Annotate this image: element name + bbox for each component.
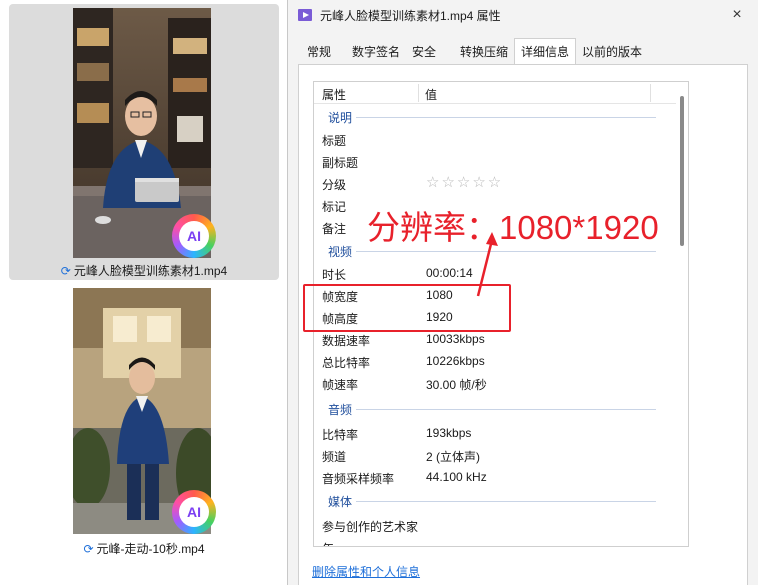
property-row[interactable]: 总比特率 10226kbps bbox=[314, 350, 676, 372]
property-key: 频道 bbox=[322, 450, 347, 464]
column-separator[interactable] bbox=[418, 84, 419, 102]
group-divider bbox=[328, 117, 656, 118]
property-value: 30.00 帧/秒 bbox=[426, 378, 487, 392]
property-key: 参与创作的艺术家 bbox=[322, 520, 419, 534]
file-explorer-pane: AI ⟳ 元峰人脸模型训练素材1.mp4 AI ⟳ 元峰-走动-10秒.mp4 bbox=[0, 0, 287, 585]
property-key: 时长 bbox=[322, 268, 347, 282]
property-row[interactable]: 频道 2 (立体声) bbox=[314, 444, 676, 466]
remove-properties-link[interactable]: 删除属性和个人信息 bbox=[312, 563, 420, 580]
dialog-titlebar[interactable]: 元峰人脸模型训练素材1.mp4 属性 × bbox=[288, 0, 758, 32]
property-key: 副标题 bbox=[322, 156, 359, 170]
property-value: 10226kbps bbox=[426, 354, 485, 368]
property-key: 数据速率 bbox=[322, 334, 371, 348]
group-label: 视频 bbox=[328, 243, 357, 260]
property-key: 音频采样频率 bbox=[322, 472, 395, 486]
group-divider bbox=[328, 501, 656, 502]
property-value: 2 (立体声) bbox=[426, 450, 481, 464]
details-list-header: 属性 值 bbox=[314, 82, 676, 104]
tab-general[interactable]: 常规 bbox=[298, 40, 340, 64]
tab-security[interactable]: 安全 bbox=[408, 40, 440, 64]
property-value: 00:00:14 bbox=[426, 266, 473, 280]
file-name-label: 元峰-走动-10秒.mp4 bbox=[96, 542, 205, 556]
property-row[interactable]: 参与创作的艺术家 bbox=[314, 514, 676, 536]
rating-stars[interactable]: ☆☆☆☆☆ bbox=[426, 173, 503, 191]
sync-icon: ⟳ bbox=[60, 264, 71, 278]
column-header-value[interactable]: 值 bbox=[425, 86, 437, 103]
group-label: 说明 bbox=[328, 109, 357, 126]
property-row[interactable]: 副标题 bbox=[314, 150, 676, 172]
property-key: 帧速率 bbox=[322, 378, 359, 392]
property-key: 比特率 bbox=[322, 428, 359, 442]
group-label: 媒体 bbox=[328, 493, 357, 510]
ai-badge-label: AI bbox=[179, 497, 209, 527]
property-value: 10033kbps bbox=[426, 332, 485, 346]
tab-convert-compress[interactable]: 转换压缩 bbox=[456, 40, 512, 64]
property-key: 标记 bbox=[322, 200, 347, 214]
group-divider bbox=[328, 409, 656, 410]
tab-digital-signature[interactable]: 数字签名 bbox=[348, 40, 404, 64]
column-header-property[interactable]: 属性 bbox=[322, 86, 346, 103]
property-key: 分级 bbox=[322, 178, 347, 192]
dialog-title: 元峰人脸模型训练素材1.mp4 属性 bbox=[320, 9, 501, 23]
vertical-scrollbar[interactable] bbox=[676, 82, 688, 546]
group-audio: 音频 bbox=[314, 400, 676, 418]
group-label: 音频 bbox=[328, 401, 357, 418]
resolution-annotation-label: 分辨率：1080*1920 bbox=[367, 209, 659, 246]
property-value: 193kbps bbox=[426, 426, 472, 440]
sync-icon: ⟳ bbox=[83, 542, 94, 556]
group-description: 说明 bbox=[314, 108, 676, 126]
property-key: 标题 bbox=[322, 134, 347, 148]
close-button[interactable]: × bbox=[723, 4, 751, 26]
group-media: 媒体 bbox=[314, 492, 676, 510]
tab-details[interactable]: 详细信息 bbox=[514, 38, 576, 65]
file-tile-2[interactable]: AI ⟳ 元峰-走动-10秒.mp4 bbox=[9, 284, 279, 560]
property-key: 总比特率 bbox=[322, 356, 371, 370]
property-row[interactable]: 分级 ☆☆☆☆☆ bbox=[314, 172, 676, 194]
property-key: 备注 bbox=[322, 222, 347, 236]
file-name-caption: ⟳ 元峰人脸模型训练素材1.mp4 bbox=[9, 262, 279, 279]
property-row[interactable]: 标题 bbox=[314, 128, 676, 150]
file-tile-1[interactable]: AI ⟳ 元峰人脸模型训练素材1.mp4 bbox=[9, 4, 279, 280]
property-value: 44.100 kHz bbox=[426, 470, 487, 484]
scrollbar-thumb[interactable] bbox=[680, 96, 684, 246]
file-name-caption: ⟳ 元峰-走动-10秒.mp4 bbox=[9, 540, 279, 557]
column-separator[interactable] bbox=[650, 84, 651, 102]
property-row[interactable]: 音频采样频率 44.100 kHz bbox=[314, 466, 676, 488]
tab-previous-versions[interactable]: 以前的版本 bbox=[578, 40, 646, 64]
video-file-icon bbox=[298, 9, 312, 21]
ai-badge-icon: AI bbox=[172, 214, 216, 258]
ai-badge-icon: AI bbox=[172, 490, 216, 534]
property-key: 年 bbox=[322, 540, 334, 546]
property-row[interactable]: 帧速率 30.00 帧/秒 bbox=[314, 372, 676, 394]
file-name-label: 元峰人脸模型训练素材1.mp4 bbox=[73, 264, 228, 278]
property-row[interactable]: 比特率 193kbps bbox=[314, 422, 676, 444]
ai-badge-label: AI bbox=[179, 221, 209, 251]
property-row[interactable]: 年 bbox=[314, 536, 676, 546]
